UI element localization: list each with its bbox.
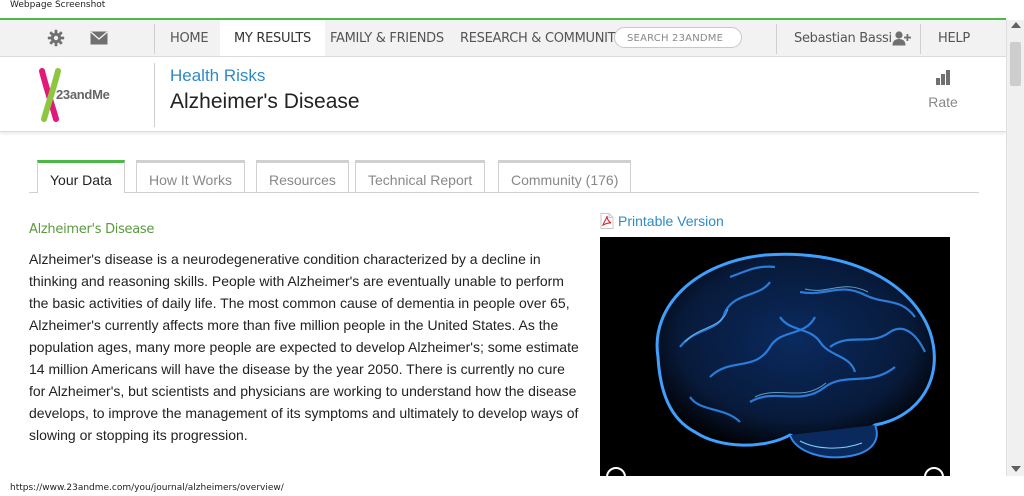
printable-version-link[interactable]: Printable Version <box>600 213 724 229</box>
scroll-up-arrow-icon[interactable] <box>1011 22 1021 28</box>
nav-research-community[interactable]: RESEARCH & COMMUNITY <box>446 20 637 56</box>
envelope-icon[interactable] <box>89 28 109 48</box>
logo-text: 23andMe <box>56 87 110 102</box>
search-input[interactable]: SEARCH 23ANDME <box>614 27 742 48</box>
user-icon[interactable] <box>892 28 912 48</box>
section-heading: Alzheimer's Disease <box>29 222 155 237</box>
page-title: Alzheimer's Disease <box>170 90 360 113</box>
breadcrumb-health-risks[interactable]: Health Risks <box>170 66 265 86</box>
scroll-thumb[interactable] <box>1010 42 1021 86</box>
user-name-link[interactable]: Sebastian Bassi <box>794 20 892 56</box>
nav-separator <box>776 24 777 54</box>
nav-my-results[interactable]: MY RESULTS <box>220 20 325 56</box>
gear-icon[interactable] <box>46 28 66 48</box>
nav-separator <box>920 24 921 54</box>
nav-help[interactable]: HELP <box>924 20 984 56</box>
nav-home[interactable]: HOME <box>156 20 222 56</box>
nav-separator <box>154 24 155 54</box>
top-navbar: HOME MY RESULTS FAMILY & FRIENDS RESEARC… <box>0 20 1006 57</box>
vertical-scrollbar[interactable] <box>1006 20 1024 476</box>
tab-how-it-works[interactable]: How It Works <box>136 160 245 192</box>
rate-button[interactable]: Rate <box>920 69 966 110</box>
tab-community[interactable]: Community (176) <box>498 160 632 192</box>
nav-family-friends[interactable]: FAMILY & FRIENDS <box>316 20 458 56</box>
window-caption: Webpage Screenshot <box>10 0 106 10</box>
tab-technical-report[interactable]: Technical Report <box>355 160 486 192</box>
rate-label: Rate <box>928 94 958 110</box>
tab-resources[interactable]: Resources <box>256 160 349 192</box>
page-header: 23andMe Health Risks Alzheimer's Disease… <box>0 57 1006 132</box>
description-paragraph: Alzheimer's disease is a neurodegenerati… <box>29 251 579 443</box>
header-separator <box>154 63 155 127</box>
pdf-icon <box>600 213 614 229</box>
scroll-down-arrow-icon[interactable] <box>1011 466 1021 472</box>
status-bar-url: https://www.23andme.com/you/journal/alzh… <box>0 480 1024 496</box>
tab-your-data[interactable]: Your Data <box>37 160 125 193</box>
brain-illustration <box>600 237 950 476</box>
bar-chart-icon <box>936 70 950 85</box>
logo-23andme[interactable]: 23andMe <box>36 67 146 123</box>
printable-version-label: Printable Version <box>618 213 724 229</box>
